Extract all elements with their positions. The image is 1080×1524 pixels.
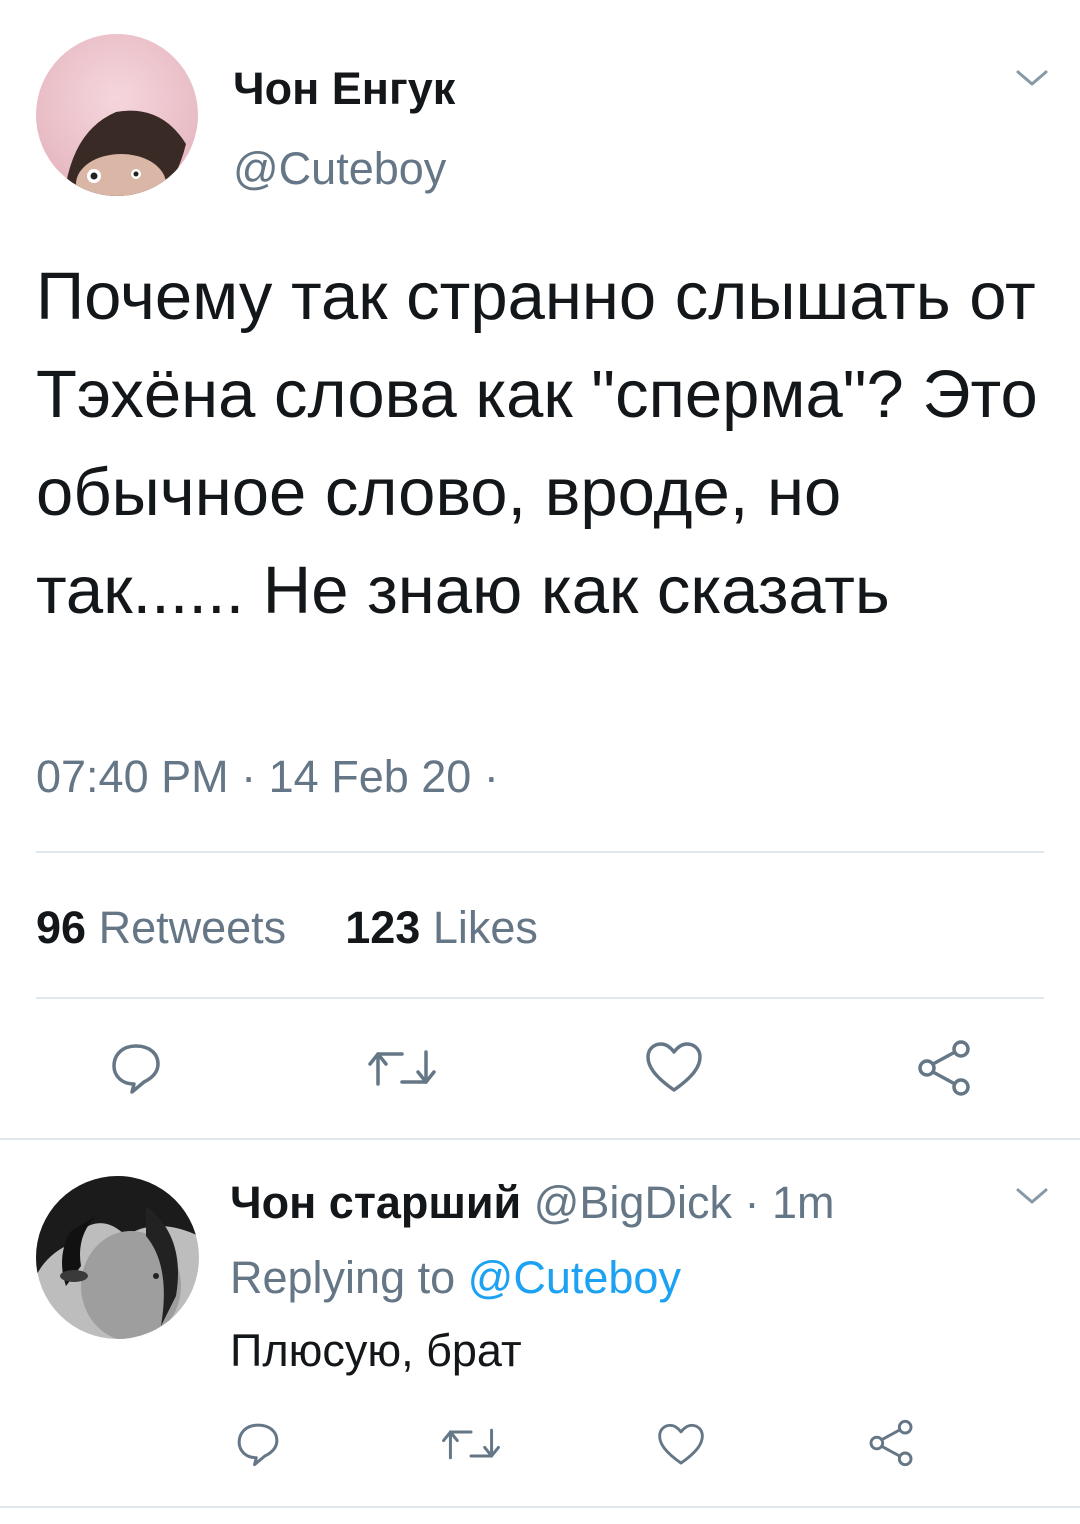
tweet-stats: 96 Retweets 123 Likes bbox=[36, 905, 538, 950]
retweet-icon bbox=[368, 1050, 436, 1086]
replying-to: Replying to @Cuteboy bbox=[230, 1255, 681, 1300]
chevron-down-icon[interactable] bbox=[1012, 66, 1052, 90]
like-button[interactable] bbox=[644, 1040, 704, 1096]
reply-icon bbox=[112, 1044, 160, 1094]
tweet-text: Почему так странно слышать от Тэхёна сло… bbox=[36, 259, 1038, 628]
retweets-label: Retweets bbox=[98, 902, 287, 953]
retweet-icon bbox=[442, 1428, 500, 1460]
divider bbox=[36, 997, 1044, 999]
reply-header: Чон старший @BigDick · 1m bbox=[230, 1180, 835, 1225]
tweet-time: 07:40 PM bbox=[36, 751, 229, 802]
tweet-timestamp[interactable]: 07:40 PM · 14 Feb 20 · bbox=[36, 754, 499, 799]
reply-author-handle[interactable]: @BigDick bbox=[534, 1177, 732, 1228]
reply-like-button[interactable] bbox=[656, 1422, 706, 1468]
replying-to-mention[interactable]: @Cuteboy bbox=[468, 1252, 681, 1303]
meta-separator: · bbox=[483, 751, 499, 802]
likes-stat[interactable]: 123 Likes bbox=[345, 902, 538, 953]
reply-reply-button[interactable] bbox=[234, 1420, 282, 1468]
like-icon bbox=[646, 1042, 702, 1092]
section-divider bbox=[0, 1138, 1080, 1140]
like-icon bbox=[658, 1423, 704, 1465]
author-handle[interactable]: @Cuteboy bbox=[233, 146, 446, 191]
tweet-date: 14 Feb 20 bbox=[268, 751, 472, 802]
share-button[interactable] bbox=[914, 1038, 974, 1098]
retweet-button[interactable] bbox=[366, 1040, 438, 1096]
reply-retweet-button[interactable] bbox=[440, 1420, 502, 1468]
reply-share-button[interactable] bbox=[866, 1418, 916, 1468]
reply-author-display-name[interactable]: Чон старший bbox=[230, 1177, 521, 1228]
likes-label: Likes bbox=[432, 902, 538, 953]
likes-count: 123 bbox=[345, 902, 421, 953]
reply-author-avatar[interactable] bbox=[36, 1176, 199, 1339]
author-avatar[interactable] bbox=[36, 34, 198, 196]
reply-age[interactable]: 1m bbox=[772, 1177, 835, 1228]
reply-text: Плюсую, брат bbox=[230, 1325, 522, 1376]
retweets-stat[interactable]: 96 Retweets bbox=[36, 902, 286, 953]
share-icon bbox=[918, 1040, 970, 1096]
share-icon bbox=[869, 1419, 913, 1467]
chevron-down-icon[interactable] bbox=[1012, 1184, 1052, 1208]
meta-separator: · bbox=[241, 751, 257, 802]
meta-separator: · bbox=[744, 1177, 760, 1228]
replying-to-label: Replying to bbox=[230, 1252, 456, 1303]
retweets-count: 96 bbox=[36, 902, 87, 953]
reply-button[interactable] bbox=[108, 1040, 164, 1096]
reply-icon bbox=[237, 1423, 279, 1467]
section-divider bbox=[0, 1506, 1080, 1508]
author-display-name[interactable]: Чон Енгук bbox=[233, 66, 455, 111]
divider bbox=[36, 851, 1044, 853]
